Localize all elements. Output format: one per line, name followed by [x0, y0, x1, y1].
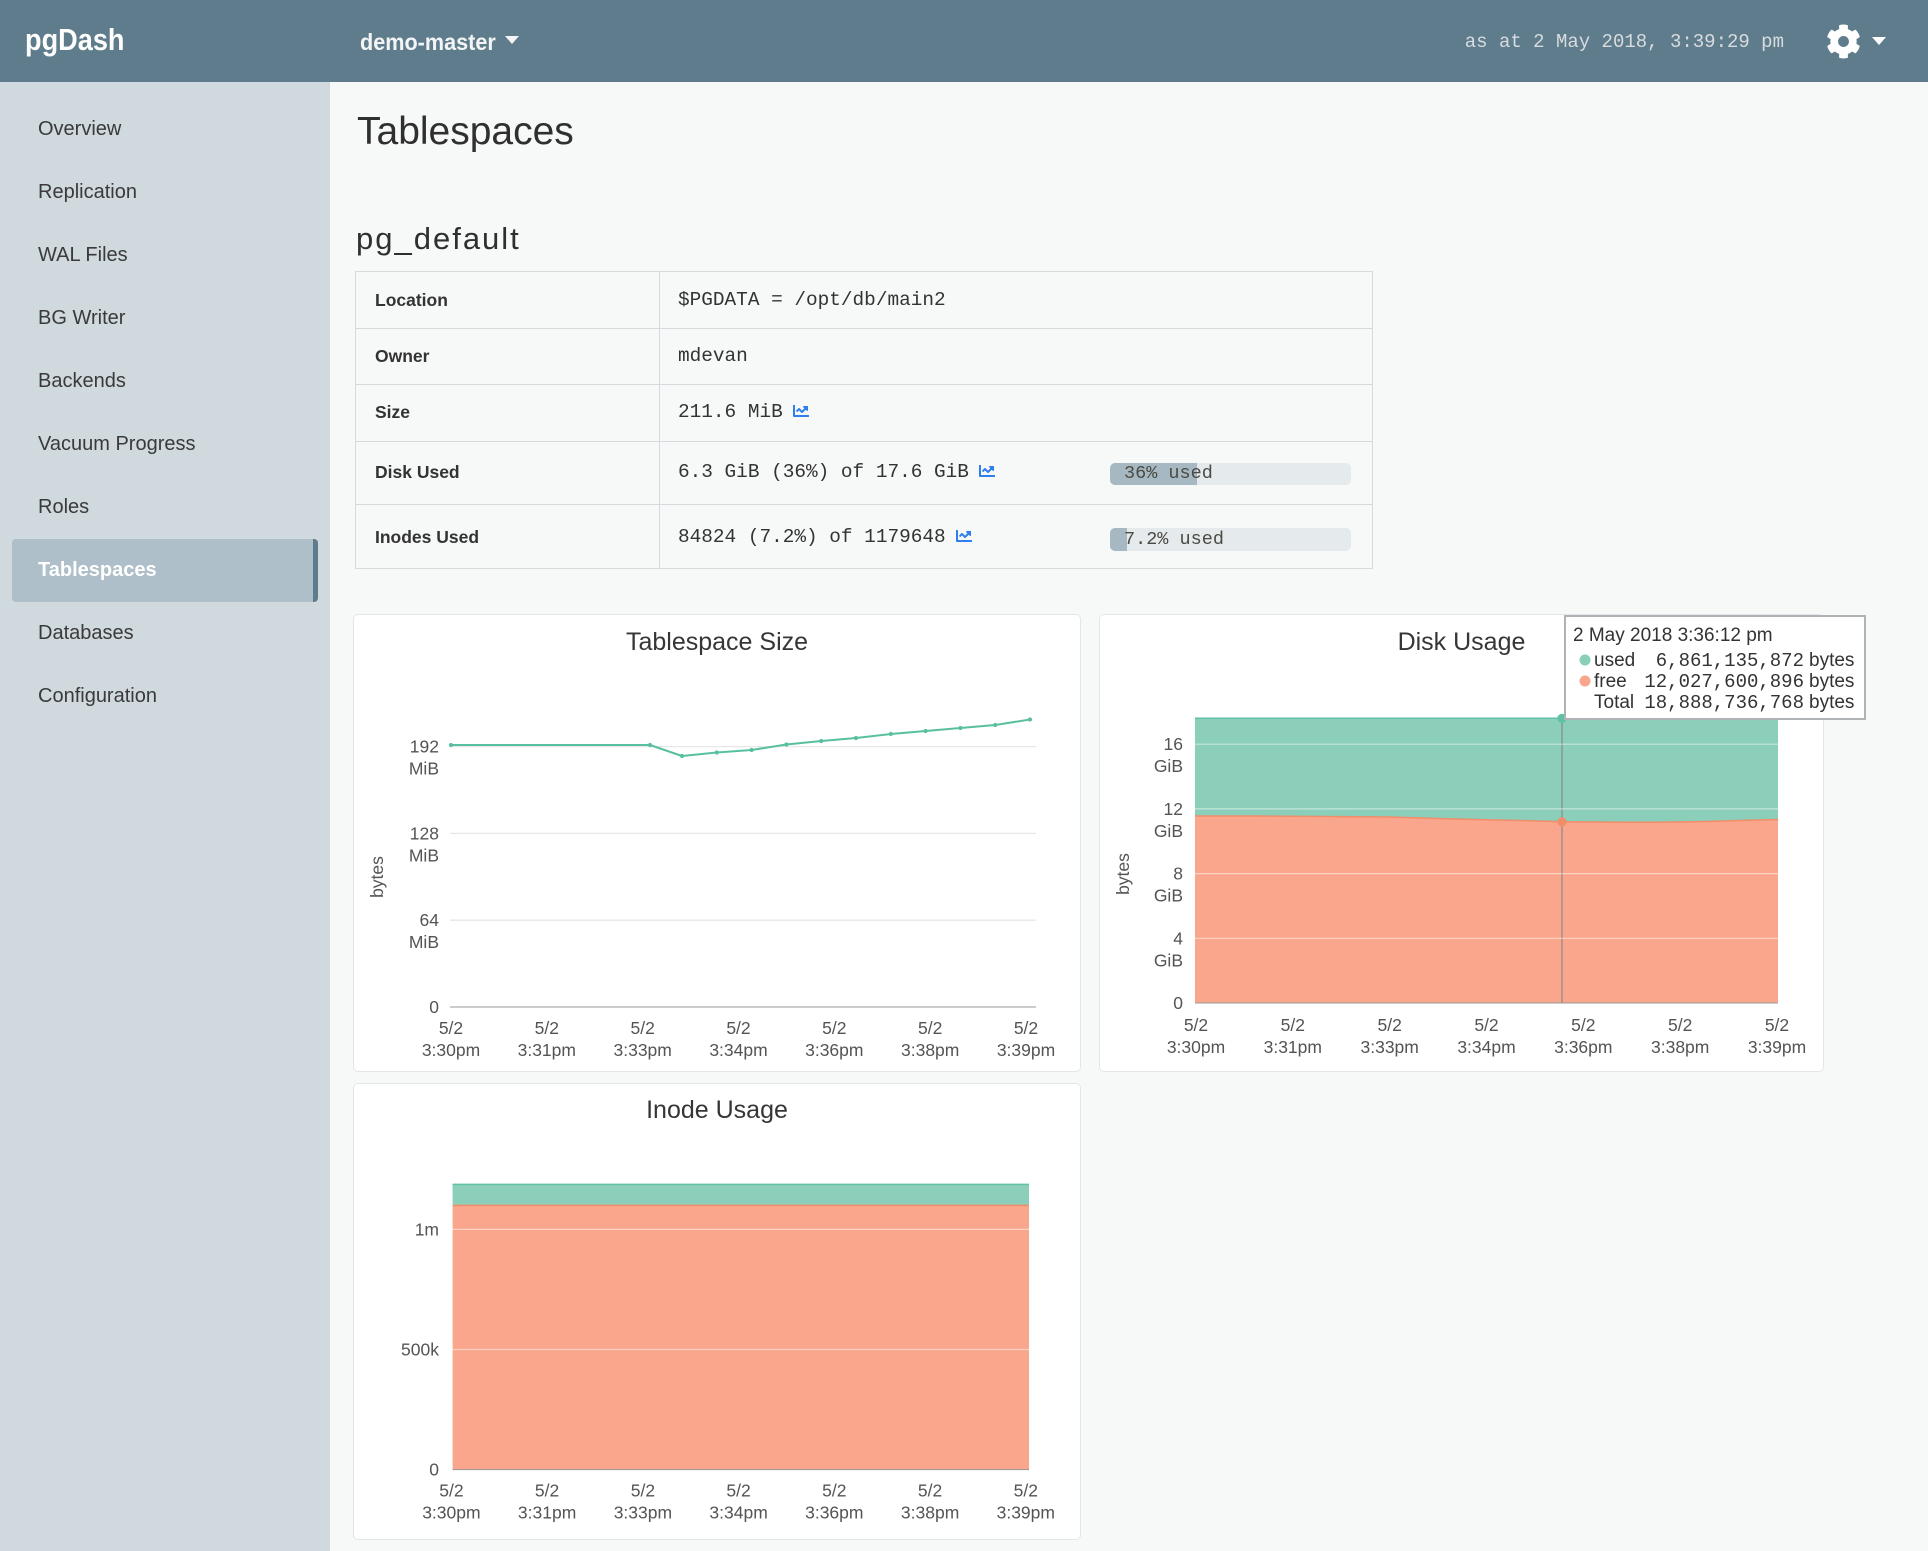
svg-text:5/2: 5/2	[631, 1018, 655, 1038]
svg-text:12: 12	[1164, 799, 1183, 819]
svg-text:MiB: MiB	[409, 759, 439, 779]
svg-text:5/2: 5/2	[822, 1481, 846, 1501]
svg-text:5/2: 5/2	[726, 1481, 750, 1501]
svg-text:192: 192	[410, 737, 439, 757]
svg-text:64: 64	[420, 910, 440, 930]
svg-text:3:30pm: 3:30pm	[422, 1503, 480, 1523]
svg-text:3:33pm: 3:33pm	[1361, 1037, 1419, 1057]
svg-text:3:39pm: 3:39pm	[997, 1040, 1055, 1060]
svg-text:GiB: GiB	[1154, 821, 1183, 841]
svg-text:5/2: 5/2	[1014, 1018, 1038, 1038]
svg-text:5/2: 5/2	[1474, 1015, 1498, 1035]
svg-text:1m: 1m	[415, 1219, 439, 1239]
svg-text:5/2: 5/2	[822, 1018, 846, 1038]
svg-text:3:30pm: 3:30pm	[1167, 1037, 1225, 1057]
svg-text:5/2: 5/2	[439, 1481, 463, 1501]
svg-text:128: 128	[410, 823, 439, 843]
svg-text:bytes: bytes	[367, 856, 387, 898]
svg-text:4: 4	[1173, 928, 1183, 948]
svg-text:16: 16	[1164, 734, 1183, 754]
svg-text:5/2: 5/2	[1184, 1015, 1208, 1035]
svg-text:500k: 500k	[401, 1340, 439, 1360]
svg-text:3:38pm: 3:38pm	[901, 1040, 959, 1060]
svg-text:3:34pm: 3:34pm	[1457, 1037, 1515, 1057]
svg-text:bytes: bytes	[1113, 853, 1133, 895]
svg-text:3:39pm: 3:39pm	[1748, 1037, 1806, 1057]
svg-text:3:36pm: 3:36pm	[805, 1040, 863, 1060]
svg-text:8: 8	[1173, 864, 1183, 884]
svg-text:5/2: 5/2	[1281, 1015, 1305, 1035]
svg-text:GiB: GiB	[1154, 886, 1183, 906]
svg-text:5/2: 5/2	[1668, 1015, 1692, 1035]
svg-text:5/2: 5/2	[1765, 1015, 1789, 1035]
svg-text:3:34pm: 3:34pm	[709, 1040, 767, 1060]
svg-text:3:39pm: 3:39pm	[997, 1503, 1055, 1523]
svg-text:3:38pm: 3:38pm	[901, 1503, 959, 1523]
svg-text:5/2: 5/2	[631, 1481, 655, 1501]
svg-text:5/2: 5/2	[535, 1018, 559, 1038]
svg-text:3:30pm: 3:30pm	[422, 1040, 480, 1060]
svg-text:3:34pm: 3:34pm	[709, 1503, 767, 1523]
svg-text:3:36pm: 3:36pm	[1554, 1037, 1612, 1057]
svg-text:GiB: GiB	[1154, 756, 1183, 776]
svg-text:0: 0	[429, 997, 439, 1017]
svg-text:3:33pm: 3:33pm	[614, 1040, 672, 1060]
svg-text:3:38pm: 3:38pm	[1651, 1037, 1709, 1057]
svg-text:3:36pm: 3:36pm	[805, 1503, 863, 1523]
svg-text:3:31pm: 3:31pm	[518, 1503, 576, 1523]
svg-text:3:33pm: 3:33pm	[614, 1503, 672, 1523]
svg-text:5/2: 5/2	[918, 1481, 942, 1501]
svg-text:5/2: 5/2	[918, 1018, 942, 1038]
svg-text:MiB: MiB	[409, 932, 439, 952]
svg-text:3:31pm: 3:31pm	[518, 1040, 576, 1060]
svg-text:5/2: 5/2	[1014, 1481, 1038, 1501]
svg-text:5/2: 5/2	[1571, 1015, 1595, 1035]
svg-text:0: 0	[1173, 993, 1183, 1013]
svg-text:0: 0	[429, 1460, 439, 1480]
svg-text:GiB: GiB	[1154, 950, 1183, 970]
svg-text:5/2: 5/2	[726, 1018, 750, 1038]
svg-text:5/2: 5/2	[439, 1018, 463, 1038]
svg-text:5/2: 5/2	[1378, 1015, 1402, 1035]
svg-text:MiB: MiB	[409, 845, 439, 865]
svg-text:3:31pm: 3:31pm	[1264, 1037, 1322, 1057]
svg-text:5/2: 5/2	[535, 1481, 559, 1501]
